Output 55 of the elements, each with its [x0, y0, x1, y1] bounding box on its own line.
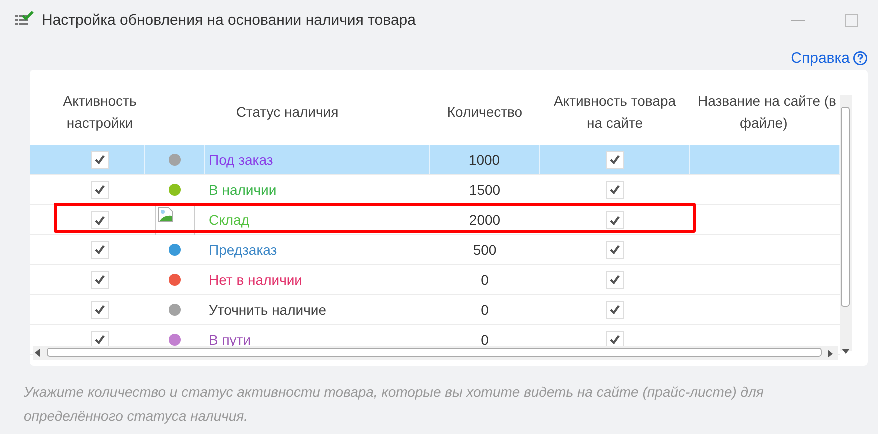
check-icon	[610, 155, 620, 164]
status-name: В наличии	[209, 182, 277, 198]
checkbox[interactable]	[606, 211, 624, 229]
scroll-right-icon[interactable]	[828, 350, 833, 358]
check-icon	[610, 185, 620, 194]
checkbox[interactable]	[606, 270, 624, 288]
broken-image-icon	[158, 207, 174, 223]
check-icon	[610, 305, 620, 314]
quantity-cell: 1000	[468, 152, 500, 168]
quantity-cell: 2000	[469, 212, 501, 228]
checkbox[interactable]	[91, 211, 109, 229]
quantity-cell: 1500	[469, 182, 501, 198]
column-header: Название на сайте (в файле)	[697, 92, 838, 133]
check-icon	[95, 216, 105, 224]
checkbox[interactable]	[91, 270, 109, 288]
check-icon	[94, 155, 104, 164]
column-header: Активность товара на сайте	[552, 92, 678, 132]
checkbox[interactable]	[606, 300, 624, 318]
check-icon	[610, 245, 620, 254]
window-title: Настройка обновления на основании наличия товара	[42, 12, 416, 28]
quantity-cell: 0	[481, 302, 489, 318]
vertical-scrollbar[interactable]	[840, 95, 852, 351]
quantity-cell: 0	[481, 272, 489, 288]
status-name: Уточнить наличие	[209, 302, 326, 318]
checkbox[interactable]	[91, 240, 109, 258]
check-icon	[610, 275, 620, 284]
check-icon	[610, 335, 620, 344]
column-header: Статус наличия	[235, 102, 340, 122]
help-link[interactable]: Справка	[791, 47, 868, 70]
check-icon	[95, 335, 105, 344]
checkbox[interactable]	[606, 240, 624, 258]
hint-text: Укажите количество и статус активности товара, которые вы хотите видеть на сайте (прайс-листе) для определённого статуса наличия.	[23, 383, 765, 426]
quantity-cell: 500	[473, 242, 497, 258]
column-header: Активность настройки	[62, 92, 138, 133]
scroll-left-icon[interactable]	[35, 349, 40, 357]
check-icon	[610, 216, 620, 224]
status-name: Предзаказ	[209, 242, 278, 258]
check-icon	[95, 185, 105, 194]
help-icon	[853, 51, 868, 66]
check-icon	[95, 305, 105, 314]
checkbox[interactable]	[91, 300, 109, 318]
status-name: В пути	[209, 332, 252, 348]
checkbox[interactable]	[91, 180, 109, 198]
status-name: Склад	[209, 212, 250, 228]
check-icon	[95, 245, 105, 254]
checkbox[interactable]	[606, 150, 624, 168]
checkbox[interactable]	[90, 150, 108, 168]
scroll-down-icon[interactable]	[842, 349, 850, 354]
status-name: Нет в наличии	[209, 272, 303, 288]
status-name: Под заказ	[209, 152, 274, 168]
horizontal-scrollbar[interactable]	[33, 346, 838, 360]
quantity-cell: 0	[481, 332, 489, 348]
checkbox[interactable]	[606, 180, 624, 198]
check-icon	[95, 275, 105, 284]
column-header: Количество	[446, 102, 524, 122]
